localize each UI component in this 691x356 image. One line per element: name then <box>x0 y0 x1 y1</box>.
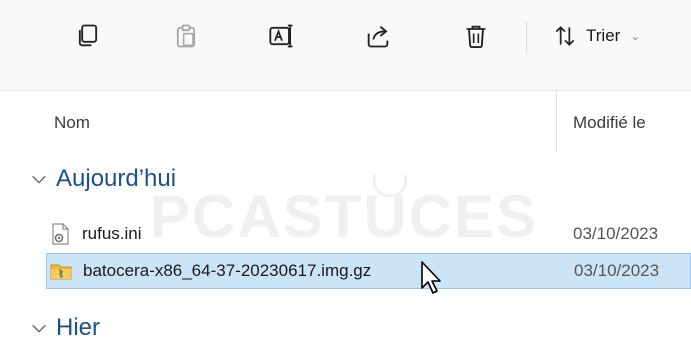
column-header-name[interactable]: Nom <box>54 113 90 133</box>
delete-button[interactable] <box>458 18 494 54</box>
settings-file-icon <box>52 223 69 245</box>
sort-button[interactable]: Trier ⌄ <box>552 20 640 52</box>
copy-icon <box>78 24 98 47</box>
share-button[interactable] <box>360 18 396 54</box>
file-name: batocera-x86_64-37-20230617.img.gz <box>83 261 372 280</box>
chevron-down-icon: ⌄ <box>630 29 641 43</box>
file-row-selected[interactable]: batocera-x86_64-37-20230617.img.gz 03/10… <box>46 253 691 289</box>
command-bar: Trier ⌄ <box>0 0 691 91</box>
group-label: Hier <box>56 314 101 341</box>
column-header-modified[interactable]: Modifié le <box>573 113 646 133</box>
chevron-down-icon <box>32 324 46 333</box>
toolbar-divider <box>526 22 527 52</box>
group-header-today[interactable]: Aujourd’hui <box>30 165 176 193</box>
archive-file-icon <box>50 264 72 280</box>
paste-icon <box>176 24 196 48</box>
chevron-down-icon <box>32 175 46 184</box>
file-name: rufus.ini <box>82 224 142 243</box>
sort-label: Trier <box>586 26 621 45</box>
mouse-cursor-icon <box>421 261 441 294</box>
group-header-yesterday[interactable]: Hier <box>30 314 100 342</box>
share-icon <box>367 25 389 48</box>
paste-button[interactable] <box>168 18 204 54</box>
group-label: Aujourd’hui <box>56 165 177 192</box>
rename-icon <box>269 24 293 48</box>
file-date: 03/10/2023 <box>574 261 660 280</box>
file-row[interactable]: rufus.ini 03/10/2023 <box>46 216 691 252</box>
trash-icon <box>466 25 486 49</box>
copy-button[interactable] <box>70 18 106 54</box>
rename-button[interactable] <box>264 18 300 54</box>
column-header-row: Nom Modifié le <box>0 91 691 153</box>
file-date: 03/10/2023 <box>573 224 659 243</box>
column-divider[interactable] <box>556 91 557 153</box>
sort-arrows-icon <box>555 26 575 46</box>
